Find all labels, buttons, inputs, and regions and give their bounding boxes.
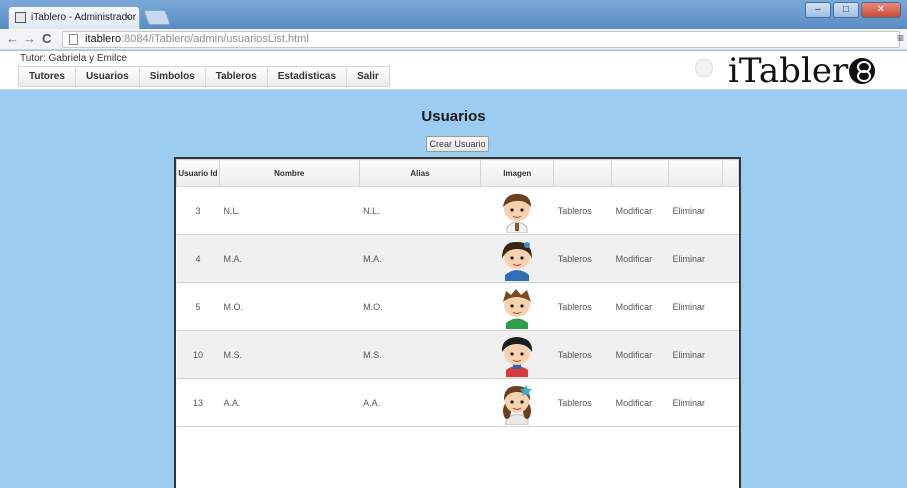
cell-spacer xyxy=(722,282,739,331)
cell-modificar-link[interactable]: Modificar xyxy=(611,282,669,331)
cell-modificar-link[interactable]: Modificar xyxy=(611,234,669,283)
cell-alias: N.L. xyxy=(359,186,481,235)
table-row: 13 A.A. A.A. Tableros Modificar Eliminar xyxy=(176,378,739,427)
url-path: :8084/iTablero/admin/usuariosList.html xyxy=(121,33,309,45)
girl-avatar-icon xyxy=(502,241,533,281)
cell-tableros-link[interactable]: Tableros xyxy=(553,378,612,427)
cell-eliminar-link[interactable]: Eliminar xyxy=(668,186,723,235)
col-header-eliminar xyxy=(668,159,723,187)
col-header-nombre: Nombre xyxy=(218,159,360,187)
col-header-id: Usuario Id xyxy=(176,159,220,187)
cell-id: 13 xyxy=(176,378,220,427)
col-header-spacer xyxy=(721,159,740,187)
cell-spacer xyxy=(722,330,739,379)
cell-imagen xyxy=(480,186,554,235)
boy-avatar-icon xyxy=(503,193,532,233)
page-favicon-icon xyxy=(15,12,26,23)
cell-modificar-link[interactable]: Modificar xyxy=(611,330,669,379)
cell-modificar-link[interactable]: Modificar xyxy=(611,378,669,427)
cell-nombre: N.L. xyxy=(219,186,360,235)
cell-id: 5 xyxy=(176,282,220,331)
cell-eliminar-link[interactable]: Eliminar xyxy=(668,378,723,427)
tab-close-icon[interactable]: × xyxy=(125,11,131,23)
browser-tabstrip: iTablero - Administrador × – □ ✕ xyxy=(0,0,907,29)
table-header-row: Usuario Id Nombre Alias Imagen xyxy=(176,159,740,187)
tutor-label: Tutor: Gabriela y Emilce xyxy=(20,53,127,64)
page-title: Usuarios xyxy=(421,108,486,125)
cell-nombre: A.A. xyxy=(219,378,360,427)
boy-avatar-icon xyxy=(502,336,533,377)
cell-tableros-link[interactable]: Tableros xyxy=(553,330,612,379)
logo-text: iTabler xyxy=(728,51,849,91)
forward-icon[interactable]: → xyxy=(23,31,36,46)
window-controls: – □ ✕ xyxy=(805,2,901,18)
app-header: Tutor: Gabriela y Emilce Tutores Usuario… xyxy=(0,51,907,91)
cell-imagen xyxy=(480,330,554,379)
col-header-alias: Alias xyxy=(358,159,482,187)
users-panel: Usuario Id Nombre Alias Imagen 3 N.L. N.… xyxy=(174,157,741,488)
create-user-button[interactable]: Crear Usuario xyxy=(426,136,489,152)
url-host: itablero xyxy=(85,33,122,45)
cell-nombre: M.A. xyxy=(219,234,360,283)
nav-salir[interactable]: Salir xyxy=(347,67,389,86)
cell-alias: A.A. xyxy=(359,378,481,427)
browser-tab[interactable]: iTablero - Administrador × xyxy=(8,6,140,29)
col-header-imagen: Imagen xyxy=(480,159,555,187)
nav-tableros[interactable]: Tableros xyxy=(206,67,268,86)
cell-alias: M.S. xyxy=(359,330,481,379)
girl-avatar-icon xyxy=(503,384,533,425)
logo-mark-icon xyxy=(849,58,876,84)
cell-eliminar-link[interactable]: Eliminar xyxy=(668,282,723,331)
cell-eliminar-link[interactable]: Eliminar xyxy=(668,234,723,283)
table-row: 5 M.O. M.O. Tableros Modificar Eliminar xyxy=(176,282,739,331)
users-table: Usuario Id Nombre Alias Imagen 3 N.L. N.… xyxy=(176,159,740,427)
cell-tableros-link[interactable]: Tableros xyxy=(553,282,612,331)
close-window-button[interactable]: ✕ xyxy=(861,2,901,18)
browser-menu-icon[interactable]: ≡ xyxy=(897,31,904,45)
cell-spacer xyxy=(722,186,739,235)
tab-title: iTablero - Administrador xyxy=(31,12,137,23)
cell-alias: M.A. xyxy=(359,234,481,283)
address-bar[interactable]: itablero:8084/iTablero/admin/usuariosLis… xyxy=(62,31,900,48)
boy-avatar-icon xyxy=(503,288,532,329)
col-header-tableros xyxy=(553,159,613,187)
nav-estadisticas[interactable]: Estadisticas xyxy=(268,67,348,86)
app-logo: iTabler xyxy=(728,51,876,91)
cell-imagen xyxy=(480,234,554,283)
cell-spacer xyxy=(722,234,739,283)
reload-icon[interactable]: C xyxy=(42,31,51,46)
cell-eliminar-link[interactable]: Eliminar xyxy=(668,330,723,379)
maximize-button[interactable]: □ xyxy=(833,2,859,18)
nav-tutores[interactable]: Tutores xyxy=(19,67,76,86)
table-row: 10 M.S. M.S. Tableros Modificar Eliminar xyxy=(176,330,739,379)
cell-alias: M.O. xyxy=(359,282,481,331)
status-bubble-icon xyxy=(695,59,713,77)
cell-spacer xyxy=(722,378,739,427)
table-row: 3 N.L. N.L. Tableros Modificar Eliminar xyxy=(176,186,739,235)
cell-id: 4 xyxy=(176,234,220,283)
cell-modificar-link[interactable]: Modificar xyxy=(611,186,669,235)
minimize-button[interactable]: – xyxy=(805,2,831,18)
nav-simbolos[interactable]: Simbolos xyxy=(140,67,206,86)
cell-imagen xyxy=(480,378,554,427)
browser-toolbar: ← → C itablero:8084/iTablero/admin/usuar… xyxy=(0,29,907,50)
cell-tableros-link[interactable]: Tableros xyxy=(553,186,612,235)
cell-nombre: M.S. xyxy=(219,330,360,379)
back-icon[interactable]: ← xyxy=(6,31,19,46)
cell-id: 10 xyxy=(176,330,220,379)
cell-id: 3 xyxy=(176,186,220,235)
new-tab-button[interactable] xyxy=(143,10,171,25)
main-nav: Tutores Usuarios Simbolos Tableros Estad… xyxy=(18,66,390,87)
cell-imagen xyxy=(480,282,554,331)
table-row: 4 M.A. M.A. Tableros Modificar Eliminar xyxy=(176,234,739,283)
page-icon xyxy=(69,34,78,45)
nav-usuarios[interactable]: Usuarios xyxy=(76,67,140,86)
cell-tableros-link[interactable]: Tableros xyxy=(553,234,612,283)
col-header-modificar xyxy=(611,159,670,187)
cell-nombre: M.O. xyxy=(219,282,360,331)
